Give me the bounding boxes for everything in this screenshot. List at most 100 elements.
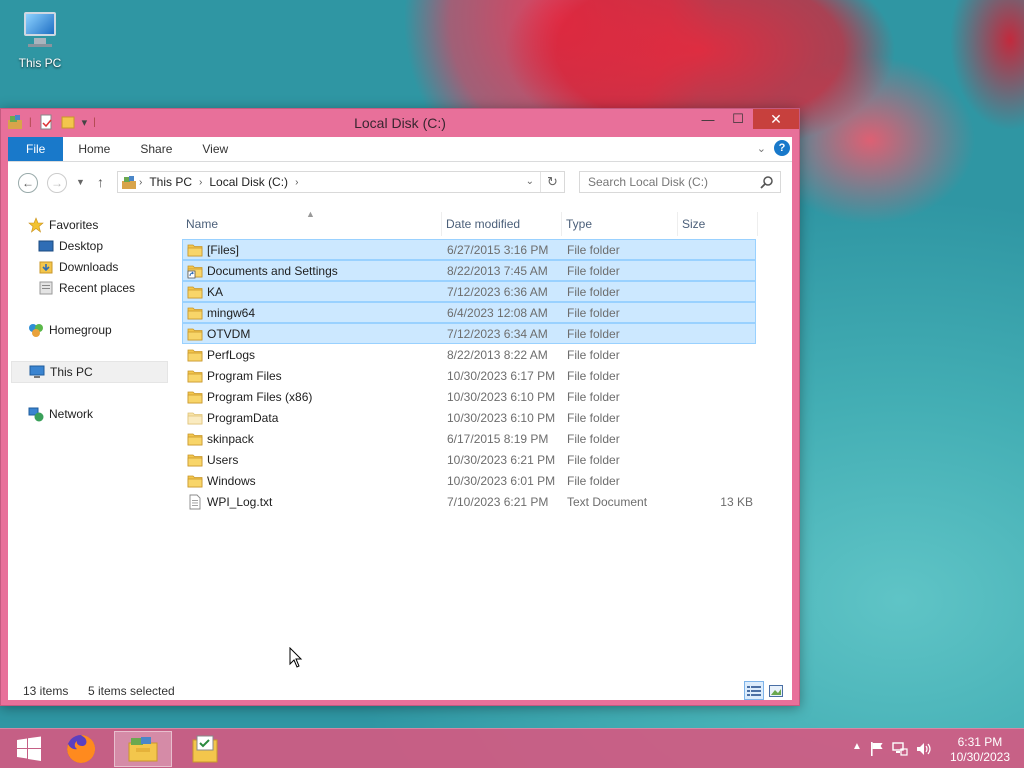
nav-recent-places[interactable]: Recent places: [38, 277, 135, 299]
star-icon: [28, 217, 44, 233]
file-name: skinpack: [207, 432, 254, 446]
network-status-icon[interactable]: [892, 741, 908, 757]
file-date-modified: 6/4/2023 12:08 AM: [447, 306, 548, 320]
file-date-modified: 10/30/2023 6:10 PM: [447, 411, 556, 425]
up-arrow-icon[interactable]: ↑: [97, 174, 104, 190]
file-rows: [Files] 6/27/2015 3:16 PM File folder Docum…: [182, 239, 764, 512]
column-headers: ▲ Name Date modified Type Size: [182, 209, 764, 236]
desktop-icon-this-pc[interactable]: This PC: [12, 8, 68, 70]
file-type: File folder: [567, 348, 620, 362]
forward-button[interactable]: →: [47, 173, 67, 193]
taskbar-file-explorer[interactable]: [114, 731, 172, 767]
column-header-type[interactable]: Type: [562, 212, 678, 236]
tab-view[interactable]: View: [187, 137, 243, 161]
file-name: mingw64: [207, 306, 256, 320]
desktop-icon: [38, 240, 54, 252]
this-pc-icon: [29, 365, 45, 378]
large-icons-view-button[interactable]: [766, 681, 786, 700]
recent-places-icon: [39, 281, 53, 295]
table-row[interactable]: skinpack 6/17/2015 8:19 PM File folder: [182, 428, 756, 449]
nav-favorites[interactable]: Favorites: [28, 214, 98, 236]
breadcrumb-local-disk[interactable]: Local Disk (C:): [204, 175, 293, 189]
file-type: File folder: [567, 285, 620, 299]
table-row[interactable]: [Files] 6/27/2015 3:16 PM File folder: [182, 239, 756, 260]
address-bar[interactable]: › This PC › Local Disk (C:) › ⌄ ↻: [117, 171, 565, 193]
file-size: 13 KB: [720, 495, 753, 509]
table-row[interactable]: Documents and Settings 8/22/2013 7:45 AM F…: [182, 260, 756, 281]
file-name: WPI_Log.txt: [207, 495, 273, 509]
file-name: Windows: [207, 474, 256, 488]
file-date-modified: 7/12/2023 6:34 AM: [447, 327, 548, 341]
search-input[interactable]: Search Local Disk (C:): [579, 171, 781, 193]
action-center-flag-icon[interactable]: [870, 741, 884, 757]
file-date-modified: 8/22/2013 7:45 AM: [447, 264, 548, 278]
table-row[interactable]: WPI_Log.txt 7/10/2023 6:21 PM Text Documen…: [182, 491, 756, 512]
clock[interactable]: 6:31 PM 10/30/2023: [950, 735, 1010, 765]
nav-network[interactable]: Network: [28, 403, 93, 425]
taskbar-task-manager[interactable]: [176, 731, 234, 767]
file-date-modified: 8/22/2013 8:22 AM: [447, 348, 548, 362]
back-button[interactable]: ←: [18, 173, 38, 193]
homegroup-icon: [29, 324, 43, 337]
close-button[interactable]: ✕: [753, 109, 799, 129]
window-title: Local Disk (C:): [354, 115, 446, 131]
status-bar: 13 items 5 items selected: [8, 681, 792, 700]
expand-ribbon-chevron-icon[interactable]: ⌄: [757, 142, 766, 155]
file-date-modified: 10/30/2023 6:17 PM: [447, 369, 556, 383]
table-row[interactable]: mingw64 6/4/2023 12:08 AM File folder: [182, 302, 756, 323]
refresh-button[interactable]: ↻: [540, 172, 564, 192]
table-row[interactable]: ProgramData 10/30/2023 6:10 PM File folder: [182, 407, 756, 428]
nav-desktop[interactable]: Desktop: [38, 235, 103, 257]
nav-downloads[interactable]: Downloads: [38, 256, 118, 278]
file-name: OTVDM: [207, 327, 251, 341]
column-header-name[interactable]: Name: [182, 212, 442, 236]
window-controls: — ☐ ✕: [693, 109, 799, 129]
file-list: ▲ Name Date modified Type Size [Files] 6/…: [182, 203, 782, 663]
column-header-size[interactable]: Size: [678, 212, 758, 236]
maximize-button[interactable]: ☐: [723, 109, 753, 129]
table-row[interactable]: Program Files (x86) 10/30/2023 6:10 PM Fil…: [182, 386, 756, 407]
details-view-button[interactable]: [744, 681, 764, 700]
file-name: Program Files (x86): [207, 390, 313, 404]
forward-arrow-icon: →: [51, 176, 63, 190]
taskbar-firefox[interactable]: [52, 731, 110, 767]
file-date-modified: 10/30/2023 6:10 PM: [447, 390, 556, 404]
column-header-date[interactable]: Date modified: [442, 212, 562, 236]
taskbar: ▲ 6:31 PM 10/30/2023: [0, 728, 1024, 768]
this-pc-icon: [18, 8, 62, 52]
clock-time: 6:31 PM: [957, 735, 1003, 749]
table-row[interactable]: Program Files 10/30/2023 6:17 PM File fold…: [182, 365, 756, 386]
breadcrumb-chevron-icon[interactable]: ›: [293, 177, 300, 188]
table-row[interactable]: Users 10/30/2023 6:21 PM File folder: [182, 449, 756, 470]
file-name: Program Files: [207, 369, 282, 383]
table-row[interactable]: PerfLogs 8/22/2013 8:22 AM File folder: [182, 344, 756, 365]
recent-locations-chevron-icon[interactable]: ▼: [76, 177, 85, 187]
tab-share[interactable]: Share: [125, 137, 187, 161]
breadcrumb-chevron-icon[interactable]: ›: [197, 177, 204, 188]
title-bar[interactable]: | ▾ | Local Disk (C:) — ☐ ✕: [1, 109, 799, 137]
search-icon[interactable]: [760, 175, 774, 189]
table-row[interactable]: KA 7/12/2023 6:36 AM File folder: [182, 281, 756, 302]
table-row[interactable]: OTVDM 7/12/2023 6:34 AM File folder: [182, 323, 756, 344]
search-placeholder: Search Local Disk (C:): [588, 175, 709, 189]
file-date-modified: 7/10/2023 6:21 PM: [447, 495, 549, 509]
downloads-icon: [39, 261, 53, 274]
minimize-button[interactable]: —: [693, 109, 723, 129]
tab-home[interactable]: Home: [63, 137, 125, 161]
file-type: File folder: [567, 453, 620, 467]
file-name: Users: [207, 453, 239, 467]
address-history-chevron-icon[interactable]: ⌄: [526, 176, 534, 187]
show-hidden-icons-chevron-icon[interactable]: ▲: [852, 741, 862, 752]
nav-homegroup[interactable]: Homegroup: [28, 319, 112, 341]
file-date-modified: 10/30/2023 6:01 PM: [447, 474, 556, 488]
file-type: File folder: [567, 306, 620, 320]
tab-file[interactable]: File: [8, 137, 64, 161]
breadcrumb-this-pc[interactable]: This PC: [144, 175, 197, 189]
nav-this-pc[interactable]: This PC: [11, 361, 168, 383]
help-icon[interactable]: ?: [774, 140, 790, 156]
file-date-modified: 6/27/2015 3:16 PM: [447, 243, 549, 257]
table-row[interactable]: Windows 10/30/2023 6:01 PM File folder: [182, 470, 756, 491]
breadcrumb-chevron-icon[interactable]: ›: [137, 177, 144, 188]
volume-icon[interactable]: [916, 741, 932, 757]
start-button[interactable]: [0, 731, 58, 767]
